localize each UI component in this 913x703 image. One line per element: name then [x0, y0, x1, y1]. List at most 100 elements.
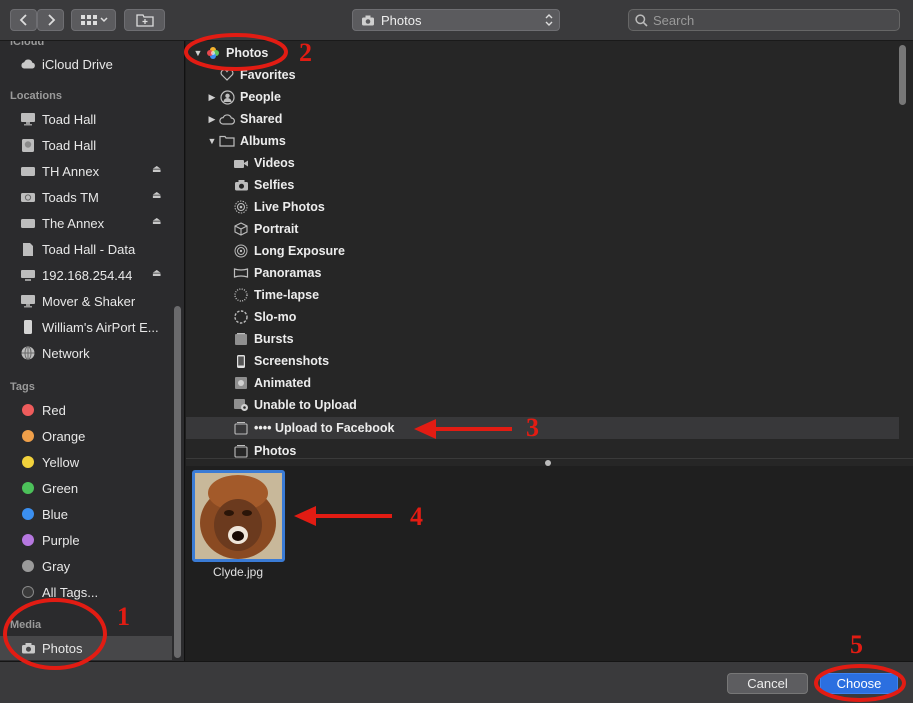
toolbar: Photos — [0, 0, 913, 41]
panorama-icon — [232, 265, 250, 281]
eject-icon[interactable]: ⏏ — [152, 164, 161, 175]
back-button[interactable] — [10, 9, 37, 31]
tree-row-album[interactable]: Unable to Upload — [186, 394, 899, 416]
person-icon — [218, 89, 236, 105]
sidebar-header-tags: Tags — [10, 381, 35, 393]
search-field[interactable] — [628, 9, 900, 31]
sidebar-item-location[interactable]: Toad Hall — [0, 133, 172, 157]
tree-row-album[interactable]: Live Photos — [186, 196, 899, 218]
chevron-right-icon — [47, 14, 55, 26]
sidebar-item-location[interactable]: Mover & Shaker — [0, 289, 172, 313]
tree-row-favorites[interactable]: Favorites — [186, 64, 899, 86]
cancel-button[interactable]: Cancel — [727, 673, 808, 694]
cube-icon — [232, 221, 250, 237]
airport-icon — [19, 319, 37, 335]
sidebar-item-tag[interactable]: Yellow — [0, 450, 172, 474]
sidebar-item-icloud-drive[interactable]: iCloud Drive — [0, 52, 172, 76]
phone-icon — [232, 353, 250, 369]
tree-row-album-selected[interactable]: •••• Upload to Facebook — [186, 417, 899, 439]
new-folder-button[interactable] — [124, 9, 165, 31]
tree-row-album[interactable]: Long Exposure — [186, 240, 899, 262]
tree-row-albums[interactable]: ▼ Albums — [186, 130, 899, 152]
sidebar-item-location[interactable]: The Annex ⏏ — [0, 211, 172, 235]
disclosure-triangle-icon[interactable]: ▶ — [206, 92, 218, 103]
sidebar-item-location[interactable]: Toad Hall - Data — [0, 237, 172, 261]
sidebar-item-all-tags[interactable]: All Tags... — [0, 580, 172, 604]
location-label: Photos — [381, 12, 422, 28]
search-icon — [635, 13, 648, 27]
sidebar-item-tag[interactable]: Orange — [0, 424, 172, 448]
view-mode-button[interactable] — [71, 9, 116, 31]
tree-row-album[interactable]: Time-lapse — [186, 284, 899, 306]
tag-dot-icon — [22, 534, 34, 546]
sidebar-item-tag[interactable]: Gray — [0, 554, 172, 578]
tag-dot-icon — [22, 456, 34, 468]
album-stack-icon — [232, 443, 250, 458]
eject-icon[interactable]: ⏏ — [152, 216, 161, 227]
photos-app-icon — [204, 45, 222, 61]
tree-row-album[interactable]: Slo-mo — [186, 306, 899, 328]
imac-icon — [19, 111, 37, 127]
tree-row-album[interactable]: Videos — [186, 152, 899, 174]
animated-icon — [232, 375, 250, 391]
tag-dot-icon — [22, 586, 34, 598]
sidebar-item-location[interactable]: 192.168.254.44 ⏏ — [0, 263, 172, 287]
cloud-icon — [19, 56, 37, 72]
tree-row-photos-library[interactable]: ▼ Photos — [186, 42, 899, 64]
tree-scrollbar[interactable] — [899, 45, 906, 105]
document-icon — [19, 241, 37, 257]
photos-browser: ▼ Photos Favorites ▶ People ▶ Shared ▼ A… — [186, 41, 913, 458]
time-machine-icon — [19, 189, 37, 205]
tag-dot-icon — [22, 404, 34, 416]
eject-icon[interactable]: ⏏ — [152, 268, 161, 279]
search-input[interactable] — [653, 12, 893, 28]
tree-row-album[interactable]: Portrait — [186, 218, 899, 240]
tree-row-album[interactable]: Animated — [186, 372, 899, 394]
disclosure-triangle-icon[interactable]: ▼ — [206, 136, 218, 146]
sidebar-header-locations: Locations — [10, 90, 62, 102]
eject-icon[interactable]: ⏏ — [152, 190, 161, 201]
live-photo-icon — [232, 199, 250, 215]
sidebar-item-location[interactable]: Toad Hall — [0, 107, 172, 131]
camera-icon — [19, 640, 37, 656]
sidebar-item-network[interactable]: Network — [0, 341, 172, 365]
icon-grid-view-icon — [80, 15, 108, 25]
slo-mo-icon — [232, 309, 250, 325]
sidebar-item-location[interactable]: Toads TM ⏏ — [0, 185, 172, 209]
disclosure-triangle-icon[interactable]: ▶ — [206, 114, 218, 125]
disclosure-triangle-icon[interactable]: ▼ — [192, 48, 204, 58]
sidebar-item-tag[interactable]: Red — [0, 398, 172, 422]
sidebar-item-tag[interactable]: Green — [0, 476, 172, 500]
album-stack-icon — [232, 420, 250, 436]
sidebar-item-tag[interactable]: Blue — [0, 502, 172, 526]
sidebar-scrollbar[interactable] — [174, 306, 181, 658]
tree-row-people[interactable]: ▶ People — [186, 86, 899, 108]
location-popup[interactable]: Photos — [352, 9, 560, 31]
tag-dot-icon — [22, 560, 34, 572]
tree-row-album[interactable]: Photos — [186, 440, 899, 458]
sidebar-item-location[interactable]: William's AirPort E... — [0, 315, 172, 339]
tree-row-album[interactable]: Screenshots — [186, 350, 899, 372]
tree-row-album[interactable]: Panoramas — [186, 262, 899, 284]
annotation-number: 4 — [410, 502, 423, 531]
chevron-left-icon — [19, 14, 27, 26]
new-folder-icon — [135, 14, 154, 27]
video-camera-icon — [232, 155, 250, 171]
sidebar-item-tag[interactable]: Purple — [0, 528, 172, 552]
sidebar: iCloud iCloud Drive Locations Toad Hall … — [0, 41, 185, 661]
forward-button[interactable] — [37, 9, 64, 31]
long-exposure-icon — [232, 243, 250, 259]
choose-button[interactable]: Choose — [820, 673, 898, 694]
tree-row-shared[interactable]: ▶ Shared — [186, 108, 899, 130]
tree-row-album[interactable]: Bursts — [186, 328, 899, 350]
photo-thumbnail[interactable] — [192, 470, 285, 562]
sidebar-item-photos[interactable]: Photos — [0, 636, 172, 660]
sidebar-item-location[interactable]: TH Annex ⏏ — [0, 159, 172, 183]
bursts-icon — [232, 331, 250, 347]
disk-icon — [19, 137, 37, 153]
split-divider[interactable] — [186, 458, 913, 466]
bottom-bar: Cancel Choose — [0, 661, 913, 703]
tree-row-album[interactable]: Selfies — [186, 174, 899, 196]
orangutan-photo-icon — [195, 473, 282, 559]
annotation-number: 3 — [526, 413, 539, 442]
